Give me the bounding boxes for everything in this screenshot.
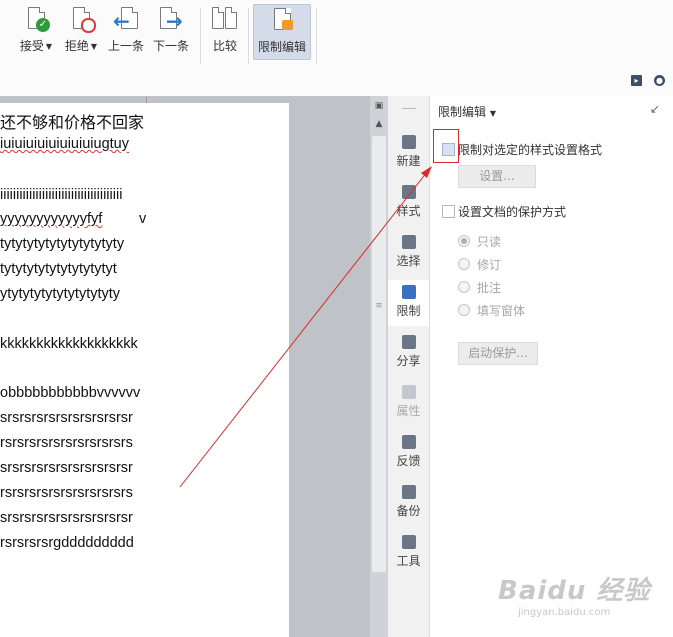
share-icon	[401, 335, 416, 349]
document-page[interactable]: 还不够和价格不回家 iuiuiuiuiuiuiuiuiugtuy iiiiiii…	[0, 103, 289, 637]
doc-line[interactable]: srsrsrsrsrsrsrsrsrsrsr	[0, 510, 133, 526]
tab-feedback[interactable]: 反馈	[388, 430, 429, 476]
radio-revision[interactable]	[458, 258, 470, 270]
doc-line[interactable]: tytytytytytytytytytyt	[0, 261, 117, 277]
next-icon: →	[158, 7, 184, 33]
restrict-editing-panel: 限制编辑 ▼ ↙ 限制对选定的样式设置格式 设置... 设置文档的保护方式 只读…	[430, 96, 673, 637]
doc-line[interactable]: v	[139, 211, 146, 227]
compare-button[interactable]: 比较	[206, 4, 244, 58]
doc-line[interactable]: iuiuiuiuiuiuiuiuiugtuy	[0, 136, 129, 152]
reject-icon	[68, 7, 96, 33]
tab-style-label: 样式	[396, 204, 421, 218]
watermark-sub: jingyan.baidu.com	[518, 607, 611, 618]
previous-icon: ←	[113, 7, 139, 33]
radio-comment[interactable]	[458, 281, 470, 293]
tab-strip-handle[interactable]	[388, 100, 429, 114]
tab-new[interactable]: 新建	[388, 130, 429, 176]
feedback-icon	[401, 435, 416, 449]
panel-title-dropdown[interactable]: 限制编辑 ▼	[438, 103, 496, 120]
compare-icon	[212, 7, 238, 33]
tab-share[interactable]: 分享	[388, 330, 429, 376]
scroll-up-icon[interactable]: ▲	[372, 117, 386, 131]
compare-label: 比较	[212, 39, 237, 53]
tab-feedback-label: 反馈	[396, 454, 421, 468]
protection-checkbox[interactable]	[442, 205, 455, 218]
chevron-down-icon[interactable]: ▼	[91, 42, 97, 51]
restrict-editing-button[interactable]: 限制编辑	[253, 4, 311, 60]
tab-properties-label: 属性	[396, 404, 421, 418]
skin-icon[interactable]: ●	[654, 75, 665, 86]
collapse-panel-icon[interactable]: ↙	[650, 102, 660, 116]
settings-button[interactable]: 设置...	[458, 165, 536, 188]
accept-button[interactable]: ✓ 接受 ▼	[14, 4, 58, 58]
tab-select-label: 选择	[396, 254, 421, 268]
tab-style[interactable]: 样式	[388, 180, 429, 226]
protection-label: 设置文档的保护方式	[458, 205, 567, 219]
restrict-editing-label: 限制编辑	[257, 40, 306, 54]
doc-line[interactable]: srsrsrsrsrsrsrsrsrsrsr	[0, 410, 133, 426]
watermark-text: Baidu 经验	[498, 576, 651, 606]
accept-icon: ✓	[23, 7, 50, 33]
lock-icon	[269, 8, 295, 34]
style-icon	[401, 185, 416, 199]
doc-line[interactable]: obbbbbbbbbbbvvvvvv	[0, 385, 140, 401]
reject-button[interactable]: 拒绝 ▼	[59, 4, 103, 58]
properties-icon	[401, 385, 416, 399]
radio-fill-form[interactable]	[458, 304, 470, 316]
radio-readonly[interactable]	[458, 235, 470, 247]
tab-restrict-label: 限制	[396, 304, 421, 318]
doc-line[interactable]: ytytytytytytytytytyty	[0, 286, 120, 302]
highlight-box	[433, 129, 459, 163]
divider	[200, 8, 201, 64]
radio-readonly-label: 只读	[477, 235, 502, 249]
start-protection-button[interactable]: 启动保护...	[458, 342, 538, 365]
tab-properties[interactable]: 属性	[388, 380, 429, 426]
doc-line[interactable]: rsrsrsrsrsrsrsrsrsrsrs	[0, 435, 133, 451]
tools-icon	[401, 535, 416, 549]
vertical-scrollbar[interactable]: ▣ ▲ ≡	[370, 96, 388, 637]
panel-title: 限制编辑	[438, 105, 487, 119]
ribbon-toolbar: ✓ 接受 ▼ 拒绝 ▼ ← 上一条 → 下一条 比较 限制编辑 ▸ ●	[0, 0, 673, 97]
tab-select[interactable]: 选择	[388, 230, 429, 276]
doc-line[interactable]: 还不够和价格不回家	[0, 109, 144, 133]
doc-line[interactable]: iiiiiiiiiiiiiiiiiiiiiiiiiiiiiiiiiiiiii	[0, 187, 122, 203]
split-view-icon[interactable]: ▣	[372, 99, 386, 113]
tab-tools-label: 工具	[396, 554, 421, 568]
previous-label: 上一条	[107, 39, 144, 53]
previous-change-button[interactable]: ← 上一条	[104, 4, 148, 58]
doc-line[interactable]: rsrsrsrsrgddddddddd	[0, 535, 134, 551]
doc-line[interactable]: kkkkkkkkkkkkkkkkkkk	[0, 336, 138, 352]
radio-comment-label: 批注	[477, 281, 502, 295]
doc-line[interactable]: rsrsrsrsrsrsrsrsrsrsrs	[0, 485, 133, 501]
side-tab-strip: 新建 样式 选择 限制 分享 属性 反馈 备份 工具	[388, 96, 430, 637]
chevron-down-icon[interactable]: ▼	[46, 42, 52, 51]
tab-new-label: 新建	[396, 154, 421, 168]
accept-label: 接受	[19, 39, 44, 53]
doc-line[interactable]: tytytytytytytytytytyty	[0, 236, 124, 252]
divider	[248, 8, 249, 64]
doc-line[interactable]: srsrsrsrsrsrsrsrsrsrsr	[0, 460, 133, 476]
backup-icon	[401, 485, 416, 499]
reject-label: 拒绝	[64, 39, 89, 53]
radio-revision-label: 修订	[477, 258, 502, 272]
radio-fill-form-label: 填写窗体	[477, 304, 526, 318]
restrict-icon	[401, 285, 416, 299]
grip-icon[interactable]: ≡	[372, 299, 386, 313]
doc-line[interactable]: yyyyyyyyyyyyfyf	[0, 211, 102, 227]
new-doc-icon	[401, 135, 416, 149]
divider	[316, 8, 317, 64]
tab-restrict[interactable]: 限制	[388, 280, 429, 326]
tab-backup[interactable]: 备份	[388, 480, 429, 526]
next-change-button[interactable]: → 下一条	[149, 4, 193, 58]
baidu-watermark: Baidu 经验 jingyan.baidu.com	[498, 570, 650, 618]
next-label: 下一条	[152, 39, 189, 53]
restrict-format-label: 限制对选定的样式设置格式	[458, 143, 603, 157]
tab-backup-label: 备份	[396, 504, 421, 518]
pin-ribbon-icon[interactable]: ▸	[631, 75, 642, 86]
select-icon	[401, 235, 416, 249]
tab-tools[interactable]: 工具	[388, 530, 429, 576]
chevron-down-icon: ▼	[489, 109, 496, 118]
tab-share-label: 分享	[396, 354, 421, 368]
scrollbar-thumb[interactable]	[372, 136, 386, 572]
